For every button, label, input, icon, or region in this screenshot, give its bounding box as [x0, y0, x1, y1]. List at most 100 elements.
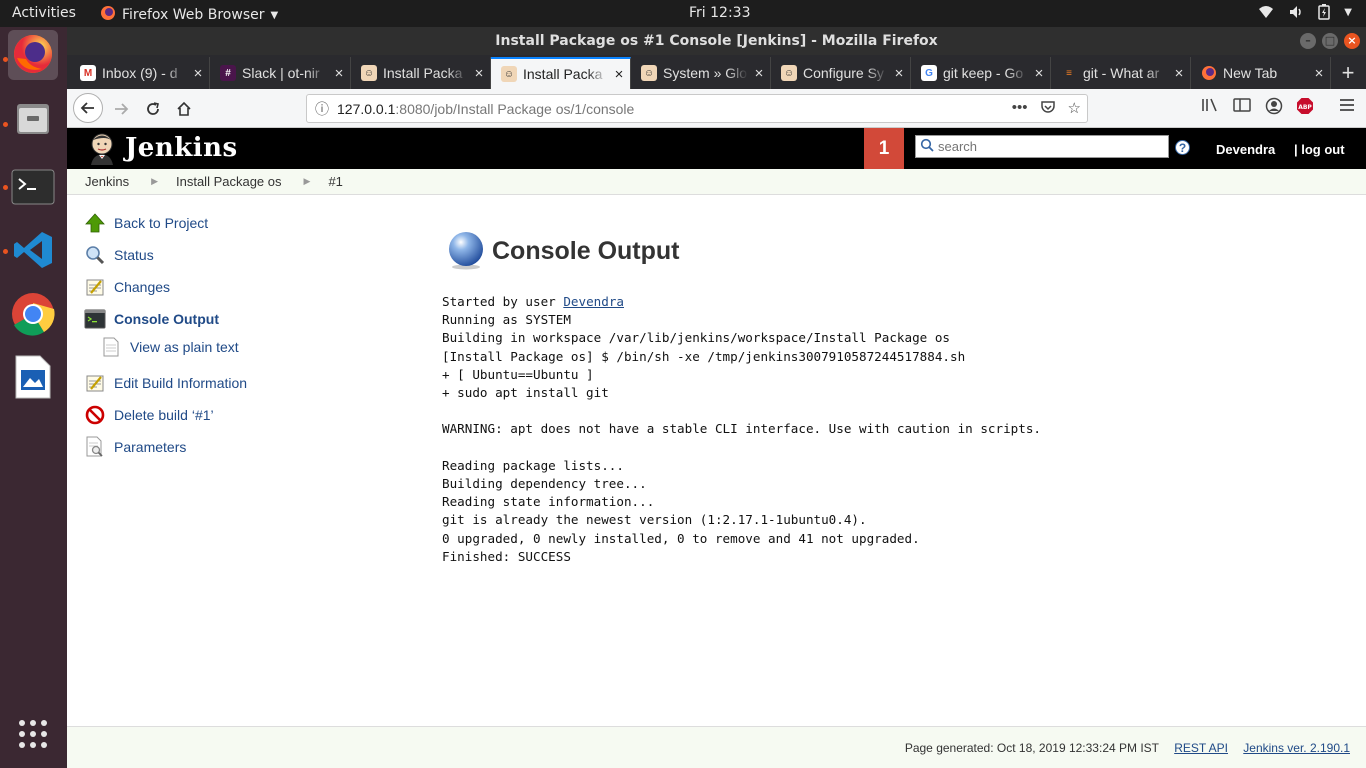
tab-close-icon[interactable]: ×	[468, 65, 490, 82]
tab-close-icon[interactable]: ×	[1028, 65, 1050, 82]
reload-icon	[147, 102, 159, 115]
hamburger-menu-icon[interactable]	[1338, 97, 1356, 118]
help-icon[interactable]: ?	[1175, 140, 1190, 155]
forward-button[interactable]	[107, 95, 135, 123]
svg-text:ABP: ABP	[1298, 104, 1312, 111]
jenkins-logo[interactable]: Jenkins	[85, 131, 238, 165]
tab-close-icon[interactable]: ×	[1168, 65, 1190, 82]
terminal-icon	[84, 308, 106, 330]
url-host: 127.0.0.1	[337, 100, 396, 117]
adblock-plus-icon[interactable]: ABP	[1296, 97, 1314, 120]
jenkins-version-link[interactable]: Jenkins ver. 2.190.1	[1243, 741, 1350, 755]
tab-slack[interactable]: # Slack | ot-nir ×	[210, 57, 351, 89]
tab-close-icon[interactable]: ×	[187, 65, 209, 82]
task-label: Delete build ‘#1’	[114, 407, 214, 423]
dock-chrome[interactable]	[8, 290, 58, 340]
google-icon: G	[921, 65, 937, 81]
task-parameters[interactable]: Parameters	[84, 434, 186, 460]
notification-badge[interactable]: 1	[864, 128, 904, 169]
task-changes[interactable]: Changes	[84, 274, 170, 300]
power-menu-chevron-icon[interactable]: ▼	[1344, 4, 1352, 24]
dock-files[interactable]	[8, 94, 58, 144]
close-icon[interactable]: ×	[1344, 33, 1360, 49]
tab-label: Inbox (9) - d	[102, 65, 178, 81]
tab-close-icon[interactable]: ×	[328, 65, 350, 82]
tab-install-package-console[interactable]: ☺ Install Packa ×	[491, 57, 631, 89]
sidebar-icon[interactable]	[1233, 97, 1251, 118]
tab-configure-system[interactable]: ☺ Configure Sy ×	[771, 57, 911, 89]
jenkins-icon: ☺	[781, 65, 797, 81]
task-label: Console Output	[114, 311, 219, 327]
window-title-bar[interactable]: Install Package os #1 Console [Jenkins] …	[67, 27, 1366, 55]
breadcrumb-separator-icon[interactable]: ▶	[129, 176, 158, 187]
breadcrumb-job[interactable]: Install Package os	[158, 174, 282, 189]
activities-button[interactable]: Activities	[12, 5, 76, 21]
tab-install-package-1[interactable]: ☺ Install Packa ×	[351, 57, 491, 89]
dock-libreoffice-draw[interactable]	[8, 353, 58, 403]
tab-close-icon[interactable]: ×	[888, 65, 910, 82]
dock-show-applications[interactable]	[8, 710, 58, 760]
page-actions-icon[interactable]: •••	[1012, 99, 1028, 119]
tab-inbox[interactable]: M Inbox (9) - d ×	[70, 57, 210, 89]
home-button[interactable]	[170, 95, 198, 123]
tab-system-global[interactable]: ☺ System » Glo ×	[631, 57, 771, 89]
notepad-icon	[84, 372, 106, 394]
search-input[interactable]	[938, 139, 1158, 154]
new-tab-button[interactable]: +	[1336, 59, 1360, 87]
pocket-icon[interactable]	[1040, 99, 1056, 119]
dock-terminal[interactable]	[8, 163, 58, 213]
task-console-output[interactable]: Console Output	[84, 306, 219, 332]
tab-git-what-are[interactable]: ≡ git - What ar ×	[1051, 57, 1191, 89]
tab-close-icon[interactable]: ×	[608, 66, 630, 83]
jenkins-icon: ☺	[501, 66, 517, 82]
tab-close-icon[interactable]: ×	[1308, 65, 1330, 82]
breadcrumb-separator-icon[interactable]: ▶	[282, 176, 311, 187]
dock-firefox[interactable]	[8, 30, 58, 80]
library-icon[interactable]	[1201, 97, 1219, 118]
task-edit-build-information[interactable]: Edit Build Information	[84, 370, 247, 396]
dock-vscode[interactable]	[8, 226, 58, 276]
console-line: Building in workspace /var/lib/jenkins/w…	[442, 330, 950, 346]
tab-label: git - What ar	[1083, 65, 1160, 81]
user-link[interactable]: Devendra	[1216, 142, 1275, 157]
console-user-link[interactable]: Devendra	[563, 294, 624, 309]
logout-link[interactable]: | log out	[1294, 142, 1345, 157]
site-info-icon[interactable]: ⓘ	[307, 99, 337, 119]
maximize-icon[interactable]: □	[1322, 33, 1338, 49]
breadcrumb-jenkins[interactable]: Jenkins	[67, 174, 129, 189]
task-view-as-plain-text[interactable]: View as plain text	[100, 334, 239, 360]
gmail-icon: M	[80, 65, 96, 81]
breadcrumb-build[interactable]: #1	[310, 174, 342, 189]
back-button[interactable]	[73, 93, 103, 123]
search-icon	[920, 138, 934, 155]
notepad-icon	[84, 276, 106, 298]
jenkins-brand: Jenkins	[125, 133, 238, 163]
console-started-by: Started by user	[442, 294, 564, 309]
battery-icon[interactable]	[1318, 4, 1331, 24]
reload-button[interactable]	[139, 95, 167, 123]
tab-git-keep-google[interactable]: G git keep - Go ×	[911, 57, 1051, 89]
account-icon[interactable]	[1265, 97, 1283, 120]
page-footer: Page generated: Oct 18, 2019 12:33:24 PM…	[67, 726, 1366, 768]
tab-new-tab[interactable]: New Tab ×	[1191, 57, 1331, 89]
task-status[interactable]: Status	[84, 242, 154, 268]
search-box[interactable]	[915, 135, 1169, 158]
tab-close-icon[interactable]: ×	[748, 65, 770, 82]
console-line: git is already the newest version (1:2.1…	[442, 512, 867, 528]
app-menu[interactable]: Firefox Web Browser ▼	[100, 5, 278, 25]
window-controls: – □ ×	[1300, 33, 1360, 49]
magnifier-icon	[84, 244, 106, 266]
clock[interactable]: Fri 12:33	[689, 5, 750, 21]
volume-icon[interactable]	[1288, 4, 1304, 24]
minimize-icon[interactable]: –	[1300, 33, 1316, 49]
wifi-icon[interactable]	[1258, 4, 1274, 24]
url-bar[interactable]: ⓘ 127.0.0.1:8080/job/Install Package os/…	[306, 94, 1088, 123]
system-tray[interactable]: ▼	[1258, 4, 1352, 24]
bookmark-star-icon[interactable]: ☆	[1068, 99, 1081, 119]
rest-api-link[interactable]: REST API	[1174, 741, 1228, 755]
task-back-to-project[interactable]: Back to Project	[84, 210, 208, 236]
task-delete-build[interactable]: Delete build ‘#1’	[84, 402, 214, 428]
tab-label: New Tab	[1223, 65, 1278, 81]
no-entry-icon	[84, 404, 106, 426]
window-title: Install Package os #1 Console [Jenkins] …	[495, 33, 938, 49]
